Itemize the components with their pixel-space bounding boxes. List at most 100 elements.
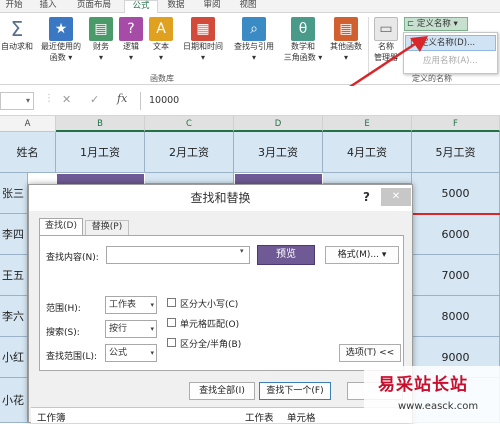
date-time-label: 日期和时间: [183, 42, 223, 51]
format-button[interactable]: 格式(M)... ▾: [325, 246, 399, 264]
insert-function-icon[interactable]: fx: [117, 92, 127, 105]
chevron-down-icon: ▾: [150, 325, 154, 333]
scope-select[interactable]: 工作表 ▾: [105, 296, 157, 314]
cell-border-red: [412, 213, 500, 215]
math-trig-label: 数学和: [291, 42, 315, 51]
financial-icon: ▤: [89, 17, 113, 41]
cell-highlight: [57, 174, 144, 184]
text-icon: A: [149, 17, 173, 41]
search-label: 搜索(S):: [46, 328, 80, 338]
cell-may-value[interactable]: 5000: [412, 173, 500, 214]
financial-arrow: ▾: [98, 53, 103, 62]
lookup-reference-button[interactable]: ⌕ 查找与引用 ▾: [230, 17, 278, 63]
tab-find[interactable]: 查找(D): [39, 218, 83, 235]
cell-may-value[interactable]: 8000: [412, 296, 500, 337]
tab-view[interactable]: 视图: [236, 0, 260, 13]
options-button[interactable]: 选项(T) <<: [339, 344, 401, 362]
find-replace-dialog: 查找和替换 ? ✕ 查找(D) 替换(P) 查找内容(N): ▾ 预览 格式(M…: [28, 184, 413, 424]
cell-name[interactable]: 李四: [0, 214, 28, 255]
math-trig-button[interactable]: θ 数学和 三角函数 ▾: [282, 17, 324, 63]
find-next-button[interactable]: 查找下一个(F): [259, 382, 331, 400]
find-all-button[interactable]: 查找全部(I): [189, 382, 255, 400]
scope-value: 工作表: [109, 300, 137, 310]
match-width-label: 区分全/半角(B): [180, 340, 242, 350]
logical-arrow: ▾: [128, 53, 133, 62]
look-in-select[interactable]: 公式 ▾: [105, 344, 157, 362]
name-box[interactable]: ▾: [0, 92, 34, 110]
cell[interactable]: [145, 173, 234, 184]
preview-button[interactable]: 预览: [257, 245, 315, 265]
logical-button[interactable]: ? 逻辑 ▾: [118, 17, 144, 63]
column-header-c[interactable]: C: [145, 116, 234, 132]
lookup-label: 查找与引用: [234, 42, 274, 51]
cell-header-name[interactable]: 姓名: [0, 132, 56, 173]
chevron-down-icon: ▾: [150, 301, 154, 309]
tab-review[interactable]: 审阅: [200, 0, 224, 13]
cancel-icon[interactable]: ✕: [62, 93, 71, 106]
tab-home[interactable]: 开始: [2, 0, 26, 13]
cell-name[interactable]: 王五: [0, 255, 28, 296]
column-header-row: A B C D E F: [0, 116, 500, 132]
cell-header-feb[interactable]: 2月工资: [145, 132, 234, 173]
formula-input[interactable]: 10000: [140, 92, 500, 110]
calendar-icon: ▦: [191, 17, 215, 41]
chevron-down-icon[interactable]: ▾: [240, 247, 244, 255]
column-header-b[interactable]: B: [56, 116, 145, 132]
cell-header-apr[interactable]: 4月工资: [323, 132, 412, 173]
function-library-label: 函数库: [150, 74, 174, 83]
results-col-sheet[interactable]: 工作表: [245, 410, 274, 424]
results-col-cell[interactable]: 单元格: [287, 410, 316, 424]
cell-may-value[interactable]: 7000: [412, 255, 500, 296]
scope-label: 范围(H):: [46, 304, 81, 314]
lookup-icon: ⌕: [242, 17, 266, 41]
sigma-icon: Σ: [10, 16, 24, 41]
autosum-button[interactable]: Σ 自动求和: [0, 17, 34, 52]
tab-data[interactable]: 数据: [164, 0, 188, 13]
theta-icon: θ: [291, 17, 315, 41]
logical-icon: ?: [119, 17, 143, 41]
results-header: 工作簿 工作表 单元格: [31, 407, 412, 424]
cell-name[interactable]: 小花: [0, 378, 28, 423]
cell-may-value[interactable]: 6000: [412, 214, 500, 255]
dialog-title: 查找和替换: [29, 185, 412, 211]
financial-button[interactable]: ▤ 财务 ▾: [88, 17, 114, 63]
column-header-e[interactable]: E: [323, 116, 412, 132]
recent-functions-label2: 函数 ▾: [49, 53, 73, 62]
column-header-f[interactable]: F: [412, 116, 500, 132]
cell-header-may[interactable]: 5月工资: [412, 132, 500, 173]
cell-header-mar[interactable]: 3月工资: [234, 132, 323, 173]
close-icon: ✕: [391, 191, 401, 202]
recent-functions-button[interactable]: ★ 最近使用的 函数 ▾: [38, 17, 84, 63]
search-select[interactable]: 按行 ▾: [105, 320, 157, 338]
cell-highlight: [235, 174, 322, 184]
watermark: 易采站长站 www.easck.com: [364, 366, 500, 423]
cell-name[interactable]: 张三: [0, 173, 28, 214]
tab-page-layout[interactable]: 页面布局: [72, 0, 116, 13]
financial-label: 财务: [93, 42, 109, 51]
chevron-down-icon: ▾: [150, 349, 154, 357]
watermark-text: 易采站长站: [378, 375, 468, 395]
find-what-input[interactable]: [106, 246, 250, 264]
enter-icon[interactable]: ✓: [90, 93, 99, 106]
tab-formulas[interactable]: 公式: [124, 0, 158, 14]
tab-replace[interactable]: 替换(P): [85, 220, 129, 235]
formula-bar-grip: ⋮: [44, 93, 54, 104]
cell-name[interactable]: 小红: [0, 337, 28, 378]
look-in-label: 查找范围(L):: [46, 352, 98, 362]
date-time-arrow: ▾: [200, 53, 205, 62]
help-icon[interactable]: ?: [363, 190, 370, 204]
match-width-checkbox[interactable]: [167, 338, 176, 347]
close-button[interactable]: ✕: [381, 188, 411, 206]
tab-insert[interactable]: 插入: [36, 0, 60, 13]
cell-header-jan[interactable]: 1月工资: [56, 132, 145, 173]
cell-name[interactable]: 李六: [0, 296, 28, 337]
date-time-button[interactable]: ▦ 日期和时间 ▾: [178, 17, 228, 63]
match-cell-checkbox[interactable]: [167, 318, 176, 327]
results-col-workbook[interactable]: 工作簿: [37, 410, 66, 424]
cell[interactable]: [323, 173, 412, 184]
match-case-checkbox[interactable]: [167, 298, 176, 307]
column-header-d[interactable]: D: [234, 116, 323, 132]
math-trig-label2: 三角函数 ▾: [283, 53, 323, 62]
column-header-a[interactable]: A: [0, 116, 56, 132]
text-button[interactable]: A 文本 ▾: [148, 17, 174, 63]
